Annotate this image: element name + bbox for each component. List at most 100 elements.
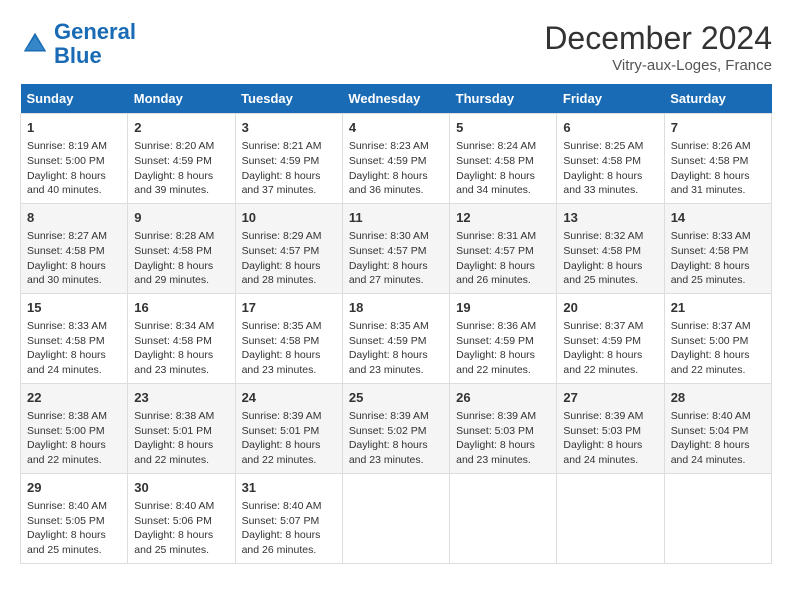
page-header: General Blue December 2024 Vitry-aux-Log…: [20, 20, 772, 74]
day-info: Sunrise: 8:26 AMSunset: 4:58 PMDaylight:…: [671, 139, 765, 198]
day-cell: 12Sunrise: 8:31 AMSunset: 4:57 PMDayligh…: [450, 203, 557, 293]
day-info: Sunrise: 8:29 AMSunset: 4:57 PMDaylight:…: [242, 229, 336, 288]
day-cell: 18 Sunrise: 8:35 AMSunset: 4:59 PMDayligh…: [342, 293, 449, 383]
day-info: Sunrise: 8:30 AMSunset: 4:57 PMDaylight:…: [349, 229, 443, 288]
day-number: 3: [242, 119, 336, 137]
day-cell: [342, 473, 449, 563]
week-row-4: 22 Sunrise: 8:38 AMSunset: 5:00 PMDayligh…: [21, 383, 772, 473]
day-number: 19: [456, 299, 550, 317]
day-info: Sunrise: 8:38 AMSunset: 5:00 PMDaylight:…: [27, 409, 121, 468]
day-number: 27: [563, 389, 657, 407]
day-number: 20: [563, 299, 657, 317]
day-cell: 21 Sunrise: 8:37 AMSunset: 5:00 PMDayligh…: [664, 293, 771, 383]
day-cell: 15 Sunrise: 8:33 AMSunset: 4:58 PMDayligh…: [21, 293, 128, 383]
day-number: 22: [27, 389, 121, 407]
day-header-monday: Monday: [128, 84, 235, 114]
day-info: Sunrise: 8:40 AMSunset: 5:04 PMDaylight:…: [671, 409, 765, 468]
day-cell: 19 Sunrise: 8:36 AMSunset: 4:59 PMDayligh…: [450, 293, 557, 383]
day-number: 17: [242, 299, 336, 317]
day-number: 10: [242, 209, 336, 227]
day-cell: 5Sunrise: 8:24 AMSunset: 4:58 PMDaylight…: [450, 114, 557, 204]
day-info: Sunrise: 8:36 AMSunset: 4:59 PMDaylight:…: [456, 319, 550, 378]
day-number: 16: [134, 299, 228, 317]
day-header-sunday: Sunday: [21, 84, 128, 114]
day-number: 4: [349, 119, 443, 137]
day-number: 13: [563, 209, 657, 227]
day-cell: 30 Sunrise: 8:40 AMSunset: 5:06 PMDayligh…: [128, 473, 235, 563]
day-info: Sunrise: 8:34 AMSunset: 4:58 PMDaylight:…: [134, 319, 228, 378]
day-number: 14: [671, 209, 765, 227]
day-header-wednesday: Wednesday: [342, 84, 449, 114]
day-cell: 24Sunrise: 8:39 AMSunset: 5:01 PMDayligh…: [235, 383, 342, 473]
day-number: 6: [563, 119, 657, 137]
day-info: Sunrise: 8:37 AMSunset: 4:59 PMDaylight:…: [563, 319, 657, 378]
day-cell: 6 Sunrise: 8:25 AMSunset: 4:58 PMDaylight…: [557, 114, 664, 204]
day-header-tuesday: Tuesday: [235, 84, 342, 114]
day-number: 31: [242, 479, 336, 497]
week-row-3: 15 Sunrise: 8:33 AMSunset: 4:58 PMDayligh…: [21, 293, 772, 383]
day-number: 15: [27, 299, 121, 317]
day-info: Sunrise: 8:35 AMSunset: 4:58 PMDaylight:…: [242, 319, 336, 378]
day-number: 18: [349, 299, 443, 317]
day-info: Sunrise: 8:20 AMSunset: 4:59 PMDaylight:…: [134, 139, 228, 198]
day-cell: 10 Sunrise: 8:29 AMSunset: 4:57 PMDayligh…: [235, 203, 342, 293]
day-info: Sunrise: 8:37 AMSunset: 5:00 PMDaylight:…: [671, 319, 765, 378]
day-number: 1: [27, 119, 121, 137]
day-cell: 3Sunrise: 8:21 AMSunset: 4:59 PMDaylight…: [235, 114, 342, 204]
logo-icon: [20, 29, 50, 59]
day-cell: 1Sunrise: 8:19 AMSunset: 5:00 PMDaylight…: [21, 114, 128, 204]
day-cell: 29 Sunrise: 8:40 AMSunset: 5:05 PMDayligh…: [21, 473, 128, 563]
day-info: Sunrise: 8:24 AMSunset: 4:58 PMDaylight:…: [456, 139, 550, 198]
day-info: Sunrise: 8:39 AMSunset: 5:02 PMDaylight:…: [349, 409, 443, 468]
header-row: SundayMondayTuesdayWednesdayThursdayFrid…: [21, 84, 772, 114]
day-number: 23: [134, 389, 228, 407]
day-number: 8: [27, 209, 121, 227]
day-info: Sunrise: 8:39 AMSunset: 5:03 PMDaylight:…: [456, 409, 550, 468]
week-row-1: 1Sunrise: 8:19 AMSunset: 5:00 PMDaylight…: [21, 114, 772, 204]
day-cell: 31 Sunrise: 8:40 AMSunset: 5:07 PMDayligh…: [235, 473, 342, 563]
day-info: Sunrise: 8:25 AMSunset: 4:58 PMDaylight:…: [563, 139, 657, 198]
day-cell: 11Sunrise: 8:30 AMSunset: 4:57 PMDayligh…: [342, 203, 449, 293]
day-info: Sunrise: 8:38 AMSunset: 5:01 PMDaylight:…: [134, 409, 228, 468]
day-cell: [557, 473, 664, 563]
day-info: Sunrise: 8:33 AMSunset: 4:58 PMDaylight:…: [671, 229, 765, 288]
day-cell: 26 Sunrise: 8:39 AMSunset: 5:03 PMDayligh…: [450, 383, 557, 473]
calendar-table: SundayMondayTuesdayWednesdayThursdayFrid…: [20, 84, 772, 564]
day-info: Sunrise: 8:28 AMSunset: 4:58 PMDaylight:…: [134, 229, 228, 288]
day-cell: 16 Sunrise: 8:34 AMSunset: 4:58 PMDayligh…: [128, 293, 235, 383]
day-info: Sunrise: 8:33 AMSunset: 4:58 PMDaylight:…: [27, 319, 121, 378]
day-number: 29: [27, 479, 121, 497]
day-cell: 2 Sunrise: 8:20 AMSunset: 4:59 PMDaylight…: [128, 114, 235, 204]
day-header-saturday: Saturday: [664, 84, 771, 114]
day-cell: 7 Sunrise: 8:26 AMSunset: 4:58 PMDaylight…: [664, 114, 771, 204]
day-info: Sunrise: 8:23 AMSunset: 4:59 PMDaylight:…: [349, 139, 443, 198]
day-number: 21: [671, 299, 765, 317]
logo-line1: General: [54, 19, 136, 44]
day-cell: 23 Sunrise: 8:38 AMSunset: 5:01 PMDayligh…: [128, 383, 235, 473]
day-number: 30: [134, 479, 228, 497]
day-info: Sunrise: 8:40 AMSunset: 5:06 PMDaylight:…: [134, 499, 228, 558]
day-info: Sunrise: 8:27 AMSunset: 4:58 PMDaylight:…: [27, 229, 121, 288]
day-info: Sunrise: 8:40 AMSunset: 5:05 PMDaylight:…: [27, 499, 121, 558]
day-cell: 14 Sunrise: 8:33 AMSunset: 4:58 PMDayligh…: [664, 203, 771, 293]
day-cell: 25 Sunrise: 8:39 AMSunset: 5:02 PMDayligh…: [342, 383, 449, 473]
day-number: 12: [456, 209, 550, 227]
day-cell: 27 Sunrise: 8:39 AMSunset: 5:03 PMDayligh…: [557, 383, 664, 473]
day-info: Sunrise: 8:40 AMSunset: 5:07 PMDaylight:…: [242, 499, 336, 558]
week-row-5: 29 Sunrise: 8:40 AMSunset: 5:05 PMDayligh…: [21, 473, 772, 563]
day-cell: [450, 473, 557, 563]
day-number: 2: [134, 119, 228, 137]
day-info: Sunrise: 8:39 AMSunset: 5:03 PMDaylight:…: [563, 409, 657, 468]
month-title: December 2024: [544, 20, 772, 57]
day-cell: 17 Sunrise: 8:35 AMSunset: 4:58 PMDayligh…: [235, 293, 342, 383]
day-header-friday: Friday: [557, 84, 664, 114]
day-info: Sunrise: 8:35 AMSunset: 4:59 PMDaylight:…: [349, 319, 443, 378]
day-cell: 4 Sunrise: 8:23 AMSunset: 4:59 PMDaylight…: [342, 114, 449, 204]
day-cell: [664, 473, 771, 563]
day-number: 7: [671, 119, 765, 137]
day-info: Sunrise: 8:39 AMSunset: 5:01 PMDaylight:…: [242, 409, 336, 468]
day-number: 26: [456, 389, 550, 407]
week-row-2: 8 Sunrise: 8:27 AMSunset: 4:58 PMDaylight…: [21, 203, 772, 293]
day-number: 25: [349, 389, 443, 407]
location: Vitry-aux-Loges, France: [544, 57, 772, 74]
